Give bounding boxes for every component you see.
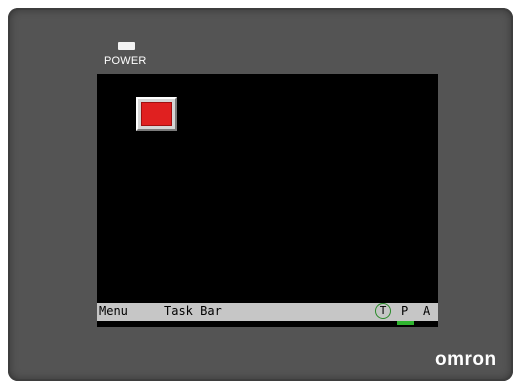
taskbar-t-button[interactable]: T [375,303,391,319]
red-button-face [141,102,172,126]
brand-logo: omron [435,349,497,370]
taskbar-title[interactable]: Task Bar [164,304,222,318]
power-led-icon [118,42,135,50]
touch-screen: Menu Task Bar T P A [97,74,438,327]
red-push-button[interactable] [136,97,177,131]
status-indicator [397,321,414,325]
task-bar: Menu Task Bar T P A [97,303,438,321]
taskbar-menu-button[interactable]: Menu [99,304,128,318]
taskbar-a-button[interactable]: A [423,304,430,318]
power-label: POWER [104,55,147,67]
taskbar-p-button[interactable]: P [401,304,408,318]
